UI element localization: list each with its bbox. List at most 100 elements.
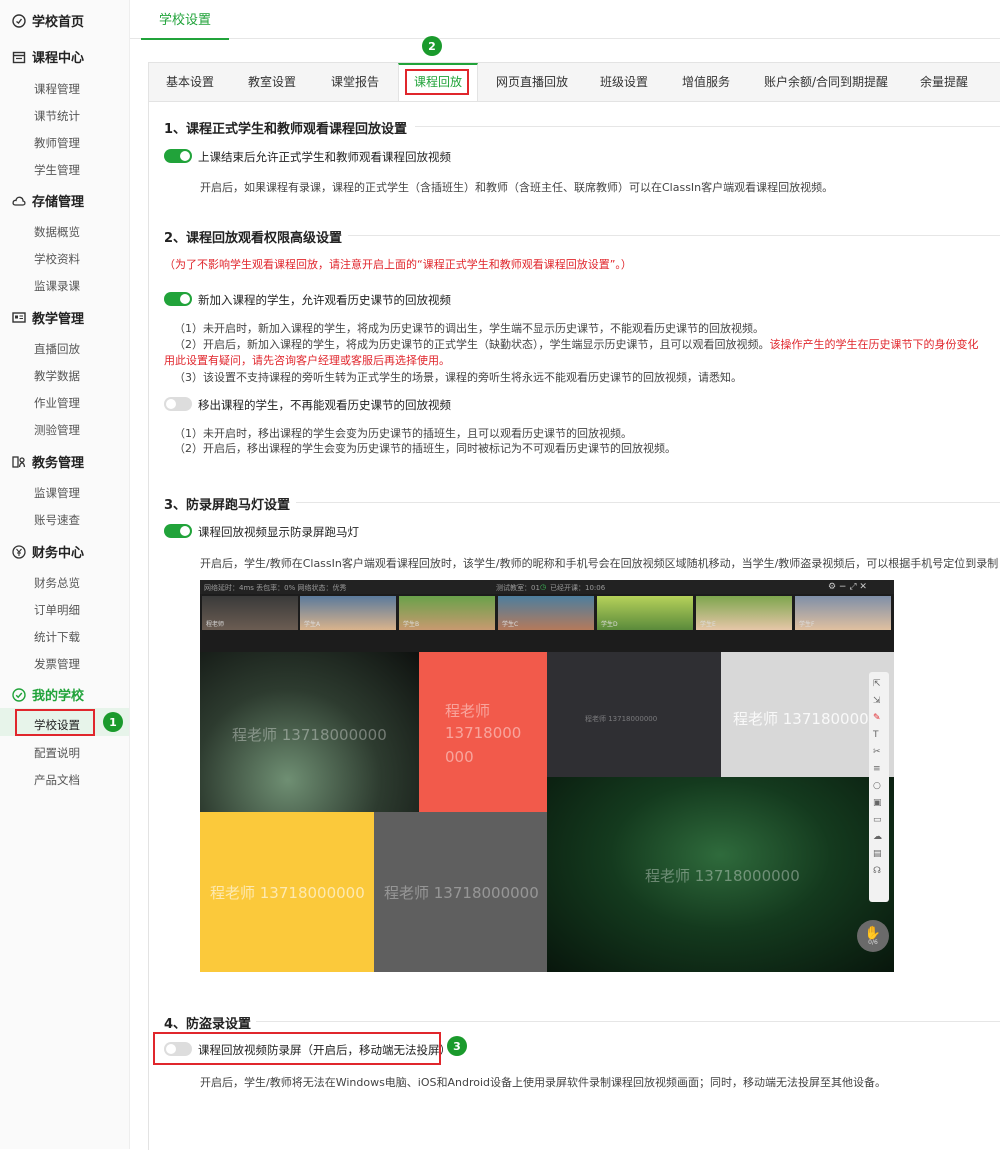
- section4-title-text: 4、防盗录设置: [164, 1017, 252, 1032]
- thumb-name: 学生D: [601, 621, 618, 628]
- tab-school-settings[interactable]: 学校设置: [141, 9, 229, 40]
- note-2-text: （2）开启后，新加入课程的学生，将成为历史课节的正式学生（缺勤状态），学生端显示…: [174, 338, 770, 351]
- section2-note-5: （2）开启后，移出课程的学生会变为历史课节的插班生，同时被标记为不可观看历史课节…: [174, 442, 676, 455]
- section-label: 教学管理: [32, 312, 85, 327]
- tab-web-live-replay[interactable]: 网页直播回放: [484, 63, 580, 101]
- section1-title: 1、课程正式学生和教师观看课程回放设置: [164, 118, 407, 137]
- sidebar-item-quiz[interactable]: 测验管理: [34, 422, 80, 438]
- watermark-text: 程老师 13718000000: [645, 867, 800, 885]
- sidebar-home[interactable]: 学校首页: [12, 11, 84, 30]
- sidebar-item-product-docs[interactable]: 产品文档: [34, 772, 80, 788]
- divider: [296, 502, 1000, 503]
- toggle-removed-student[interactable]: [164, 397, 192, 411]
- section2-note-1: （1）未开启时，新加入课程的学生，将成为历史课节的调出生，学生端不显示历史课节，…: [174, 322, 764, 335]
- section1-title-text: 1、课程正式学生和教师观看课程回放设置: [164, 122, 408, 137]
- tab-report[interactable]: 课堂报告: [315, 63, 395, 101]
- section-label: 教务管理: [32, 456, 85, 471]
- section3-desc: 开启后，学生/教师在ClassIn客户端观看课程回放时，该学生/教师的昵称和手机…: [200, 557, 999, 570]
- section-course-center[interactable]: 课程中心: [12, 47, 84, 66]
- video-thumb: 学生E: [696, 596, 792, 630]
- section-label: 存储管理: [32, 195, 85, 210]
- toggle-marquee-label: 课程回放视频显示防录屏跑马灯: [198, 525, 359, 539]
- sidebar-item-student-manage[interactable]: 学生管理: [34, 162, 80, 178]
- raise-hand-button: ✋ 0/6: [857, 920, 889, 952]
- section-teaching[interactable]: 教学管理: [12, 308, 84, 327]
- step-badge-3: 3: [447, 1036, 467, 1056]
- sidebar-item-course-manage[interactable]: 课程管理: [34, 81, 80, 97]
- tab-value-added[interactable]: 增值服务: [666, 63, 746, 101]
- thumb-name: 学生B: [403, 621, 420, 628]
- toggle-marquee[interactable]: [164, 524, 192, 538]
- tab-class-settings[interactable]: 班级设置: [584, 63, 664, 101]
- sidebar-item-orders[interactable]: 订单明细: [34, 602, 80, 618]
- divider: [348, 235, 1000, 236]
- section2-note-3: （3）该设置不支持课程的旁听生转为正式学生的场景，课程的旁听生将永远不能观看历史…: [174, 371, 742, 384]
- section-label: 财务中心: [32, 546, 85, 561]
- toolbar-icons: ⇱ ⇲ ✎ T ✂ ≡ ○ ▣ ▭ ☁ ▤ ☊: [873, 679, 882, 876]
- section-label: 我的学校: [32, 689, 85, 704]
- room-name: 测试教室：01: [496, 584, 540, 592]
- sidebar-item-monitor[interactable]: 监课管理: [34, 485, 80, 501]
- section-my-school[interactable]: 我的学校: [12, 685, 84, 704]
- yuan-icon: [12, 544, 26, 559]
- sidebar-item-data-overview[interactable]: 数据概览: [34, 224, 80, 240]
- sidebar-item-live-replay[interactable]: 直播回放: [34, 341, 80, 357]
- sidebar-item-lesson-stats[interactable]: 课节统计: [34, 108, 80, 124]
- watermark-text: 程老师: [445, 702, 491, 720]
- tab-classroom[interactable]: 教室设置: [232, 63, 312, 101]
- watermark-text: 程老师 13718000000: [210, 884, 365, 902]
- cloud-icon: [12, 196, 26, 206]
- video-thumb: 学生B: [399, 596, 495, 630]
- toggle-new-student-label: 新加入课程的学生，允许观看历史课节的回放视频: [198, 293, 451, 307]
- thumb-name: 程老师: [206, 621, 225, 628]
- video-tile-yellow: 程老师 13718000000: [200, 812, 374, 972]
- sidebar-item-school-files[interactable]: 学校资料: [34, 251, 80, 267]
- toggle-allow-replay[interactable]: [164, 149, 192, 163]
- section2-note-2b: 用此设置有疑问，请先咨询客户经理或客服后再选择使用。: [164, 354, 450, 367]
- video-thumb: 学生D: [597, 596, 693, 630]
- tab-basic[interactable]: 基本设置: [150, 63, 230, 101]
- divider: [415, 126, 1000, 127]
- section4-desc: 开启后，学生/教师将无法在Windows电脑、iOS和Android设备上使用录…: [200, 1076, 887, 1089]
- hand-count: 0/6: [868, 939, 878, 946]
- section-finance[interactable]: 财务中心: [12, 542, 84, 561]
- class-time: 已经开课：10:06: [550, 584, 606, 592]
- video-tile-leaves: 程老师 13718000000: [547, 777, 894, 972]
- video-status-bar: 网络延时：4ms 丢包率：0% 网络状态：优秀 测试教室：01 ◷ 已经开课：1…: [200, 580, 894, 594]
- tab-balance-reminder[interactable]: 账户余额/合同到期提醒: [752, 63, 900, 101]
- toggle-allow-replay-label: 上课结束后允许正式学生和教师观看课程回放视频: [198, 150, 451, 164]
- note-2-red-text: 该操作产生的学生在历史课节下的身份变化: [769, 338, 979, 351]
- sidebar-item-stats-download[interactable]: 统计下载: [34, 629, 80, 645]
- sidebar-item-config-guide[interactable]: 配置说明: [34, 745, 80, 761]
- video-thumb: 程老师: [202, 596, 298, 630]
- watermark-text: 程老师 13718000000: [232, 726, 387, 744]
- sidebar-item-teaching-data[interactable]: 教学数据: [34, 368, 80, 384]
- thumb-name: 学生E: [700, 621, 716, 628]
- top-tab-bar: 学校设置: [130, 0, 1000, 40]
- sidebar-item-finance-overview[interactable]: 财务总览: [34, 575, 80, 591]
- check-circle-icon: [12, 687, 26, 702]
- sidebar-item-invoice[interactable]: 发票管理: [34, 656, 80, 672]
- section-storage[interactable]: 存储管理: [12, 191, 84, 210]
- section-academic[interactable]: 教务管理: [12, 452, 84, 471]
- sidebar-item-account-lookup[interactable]: 账号速查: [34, 512, 80, 528]
- video-tile-mid-gray: 程老师 13718000000: [374, 812, 547, 972]
- section2-warning: （为了不影响学生观看课程回放，请注意开启上面的“课程正式学生和教师观看课程回放设…: [164, 258, 632, 271]
- watermark-text: 程老师 13718000000: [585, 715, 658, 723]
- toggle-new-student-history[interactable]: [164, 292, 192, 306]
- video-thumb: 学生F: [795, 596, 891, 630]
- tab-quota-reminder[interactable]: 余量提醒: [905, 63, 983, 101]
- section3-title-text: 3、防录屏跑马灯设置: [164, 498, 291, 513]
- whiteboard-toolbar: ⇱ ⇲ ✎ T ✂ ≡ ○ ▣ ▭ ☁ ▤ ☊: [869, 672, 889, 902]
- sidebar-item-teacher-manage[interactable]: 教师管理: [34, 135, 80, 151]
- sidebar-item-homework[interactable]: 作业管理: [34, 395, 80, 411]
- step-badge-1: 1: [103, 712, 123, 732]
- section2-title-text: 2、课程回放观看权限高级设置: [164, 231, 343, 246]
- sidebar-item-recording[interactable]: 监课录课: [34, 278, 80, 294]
- sidebar: 学校首页 课程中心 课程管理 课节统计 教师管理 学生管理 存储管理 数据概览 …: [0, 0, 130, 1149]
- sidebar-home-label: 学校首页: [32, 15, 85, 30]
- watermark-text: 000: [445, 748, 474, 766]
- video-tile-red: 程老师 13718000 000: [419, 652, 547, 812]
- section2-note-2: （2）开启后，新加入课程的学生，将成为历史课节的正式学生（缺勤状态），学生端显示…: [174, 336, 979, 352]
- clock-icon: [12, 13, 26, 28]
